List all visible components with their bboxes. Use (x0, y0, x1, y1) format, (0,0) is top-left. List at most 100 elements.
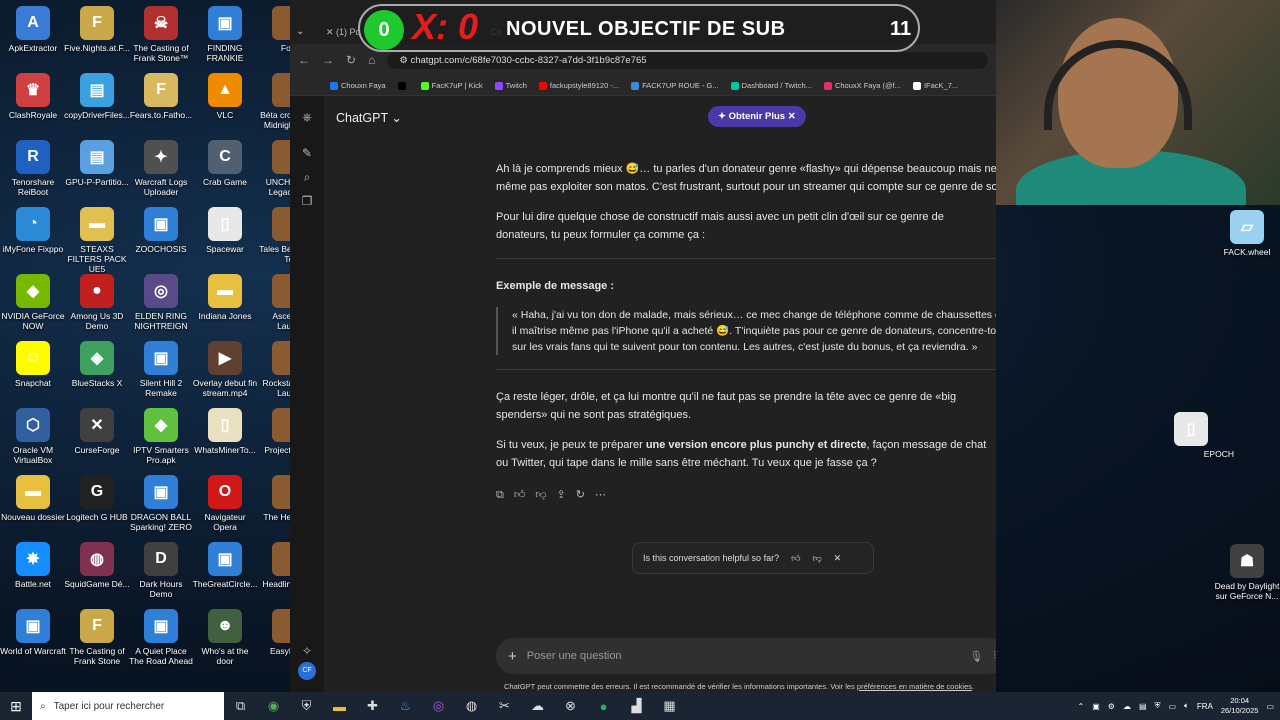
desktop-icon[interactable]: ▬ Nouveau dossier (0, 475, 66, 522)
share-icon[interactable]: ⇪ (557, 486, 566, 504)
desktop-icon[interactable]: ▬ Indiana Jones (192, 274, 258, 321)
desktop-icon[interactable]: ● Among Us 3D Demo (64, 274, 130, 331)
tray-app-icon[interactable]: ☁ (1123, 702, 1131, 711)
desktop-icon[interactable]: ▣ FINDING FRANKIE (192, 6, 258, 63)
desktop-icon[interactable]: C Crab Game (192, 140, 258, 187)
bookmark-item[interactable]: FACK7UP ROUE - G... (631, 81, 719, 90)
clock[interactable]: 20:04 26/10/2025 (1221, 696, 1259, 716)
bookmark-item[interactable]: fackupstyle89120 -... (538, 81, 619, 90)
back-icon[interactable]: ← (298, 53, 310, 67)
windows-start-icon[interactable]: ⊞ (0, 698, 32, 715)
desktop-icon[interactable]: F The Casting of Frank Stone (64, 609, 130, 666)
bookmark-item[interactable]: IFacK_7... (912, 81, 958, 90)
file-explorer-icon[interactable]: ▬ (323, 699, 356, 714)
desktop-icon[interactable]: ▯ WhatsMinerTo... (192, 408, 258, 455)
desktop-icon[interactable]: D Dark Hours Demo (128, 542, 194, 599)
thumbs-up-icon[interactable]: 👍︎ (791, 553, 800, 564)
shield-icon[interactable]: ⛨ (290, 698, 323, 714)
regenerate-icon[interactable]: ↻ (576, 486, 585, 504)
language-indicator[interactable]: FRA (1197, 702, 1213, 711)
url-field[interactable]: ⚙ chatgpt.com/c/68fe7030-ccbc-8327-a7dd-… (387, 51, 988, 69)
xbox-icon[interactable]: ⊗ (554, 698, 587, 714)
desktop-icon[interactable]: ▤ GPU-P-Partitio... (64, 140, 130, 187)
plus-icon[interactable]: + (508, 648, 517, 665)
discord-icon[interactable]: ◎ (422, 698, 455, 714)
forward-icon[interactable]: → (322, 53, 334, 67)
desktop-icon[interactable]: ▤ copyDriverFiles... (64, 73, 130, 120)
thumbs-down-icon[interactable]: 👎︎ (812, 553, 821, 564)
tray-app-icon[interactable]: ▤ (1139, 702, 1147, 711)
volume-icon[interactable]: 🔈︎ (1184, 701, 1189, 711)
avatar[interactable]: CF (298, 662, 316, 680)
bookmark-item[interactable]: FacK7uP | Kick (420, 81, 483, 90)
tray-app-icon[interactable]: ⚙ (1108, 702, 1115, 711)
desktop-icon-dbd-geforce[interactable]: ☗ Dead by Daylight sur GeForce N... (1214, 544, 1280, 601)
desktop-icon[interactable]: ▣ A Quiet Place The Road Ahead (128, 609, 194, 666)
chrome-icon[interactable]: ◉ (257, 698, 290, 714)
tray-app-icon[interactable]: ▣ (1092, 702, 1100, 711)
app-icon[interactable]: ✚ (356, 698, 389, 714)
network-icon[interactable]: ▭ (1169, 702, 1177, 711)
desktop-icon[interactable]: A ApkExtractor (0, 6, 66, 53)
desktop-icon[interactable]: ◆ IPTV Smarters Pro.apk (128, 408, 194, 465)
chevron-up-icon[interactable]: ⌃ (1078, 702, 1085, 711)
reload-icon[interactable]: ↻ (346, 53, 356, 67)
desktop-icon-epoch[interactable]: ▯ EPOCH (1160, 412, 1238, 459)
notion-icon[interactable]: ▟ (620, 698, 653, 714)
home-icon[interactable]: ⌂ (368, 53, 375, 67)
desktop-icon[interactable]: ◔ iMyFone Fixppo (0, 207, 66, 254)
desktop-icon[interactable]: ☻ Who's at the door (192, 609, 258, 666)
steam-icon[interactable]: ♨ (389, 698, 422, 714)
calculator-icon[interactable]: ▦ (653, 698, 686, 714)
tray-app-icon[interactable]: ⛨ (1155, 701, 1161, 711)
message-input[interactable]: Poser une question (527, 650, 960, 662)
app-icon[interactable]: ☁ (521, 698, 554, 714)
desktop-icon[interactable]: ▲ VLC (192, 73, 258, 120)
notification-icon[interactable]: ▭ (1266, 702, 1274, 711)
desktop-icon-fack-wheel[interactable]: ▱ FACK.wheel (1214, 210, 1280, 257)
capcut-icon[interactable]: ✂ (488, 698, 521, 714)
thumbs-down-icon[interactable]: 👎︎ (535, 486, 546, 504)
desktop-icon[interactable]: ◆ NVIDIA GeForce NOW (0, 274, 66, 331)
desktop-icon[interactable]: ▣ TheGreatCircle... (192, 542, 258, 589)
copy-icon[interactable]: ⧉ (496, 486, 504, 504)
search-icon[interactable]: ⌕ (300, 170, 314, 184)
library-icon[interactable]: ❐ (300, 194, 314, 208)
openai-logo-icon[interactable]: ⎈ (300, 110, 314, 124)
desktop-icon[interactable]: ▯ Spacewar (192, 207, 258, 254)
desktop-icon[interactable]: ▣ Silent Hill 2 Remake (128, 341, 194, 398)
desktop-icon[interactable]: R Tenorshare ReiBoot (0, 140, 66, 197)
bookmark-item[interactable]: Twitch (494, 81, 527, 90)
microphone-icon[interactable]: 🎙︎ (969, 650, 983, 663)
desktop-icon[interactable]: ▬ STEAXS FILTERS PACK UE5 (64, 207, 130, 274)
desktop-icon[interactable]: ◎ ELDEN RING NIGHTREIGN (128, 274, 194, 331)
task-view-icon[interactable]: ⧉ (224, 698, 257, 714)
desktop-icon[interactable]: ☺ Snapchat (0, 341, 66, 388)
bookmark-item[interactable] (397, 81, 409, 90)
desktop-icon[interactable]: ✕ CurseForge (64, 408, 130, 455)
obs-icon[interactable]: ◍ (455, 698, 488, 714)
close-icon[interactable]: ✕ (834, 553, 842, 564)
bookmark-item[interactable]: Chouxn Faya (330, 81, 386, 90)
desktop-icon[interactable]: G Logitech G HUB (64, 475, 130, 522)
taskbar-search[interactable]: ⌕ Taper ici pour rechercher (32, 692, 224, 720)
desktop-icon[interactable]: ▣ World of Warcraft (0, 609, 66, 656)
desktop-icon[interactable]: ◍ SquidGame Dé... (64, 542, 130, 589)
desktop-icon[interactable]: ♛ ClashRoyale (0, 73, 66, 120)
more-icon[interactable]: ⋯ (595, 486, 606, 504)
thumbs-up-icon[interactable]: 👍︎ (514, 486, 526, 504)
spotify-icon[interactable]: ● (587, 699, 620, 714)
model-selector[interactable]: ChatGPT ⌄ (336, 110, 402, 125)
upgrade-plus-button[interactable]: ✦ Obtenir Plus ✕ (708, 106, 806, 127)
desktop-icon[interactable]: ▣ ZOOCHOSIS (128, 207, 194, 254)
tab-search-icon[interactable]: ⌄ (296, 26, 312, 40)
new-chat-icon[interactable]: ✎ (300, 146, 314, 160)
desktop-icon[interactable]: ◈ BlueStacks X (64, 341, 130, 388)
desktop-icon[interactable]: O Navigateur Opera (192, 475, 258, 532)
site-info-icon[interactable]: ⚙ (399, 55, 410, 66)
desktop-icon[interactable]: ▣ DRAGON BALL Sparking! ZERO (128, 475, 194, 532)
voice-mode-icon[interactable]: ⫶ (993, 650, 996, 663)
cookie-preferences-link[interactable]: préférences en matière de cookies (857, 682, 972, 691)
bookmark-item[interactable]: ChouxX Faya (@f... (823, 81, 901, 90)
desktop-icon[interactable]: ☠ The Casting of Frank Stone™ (128, 6, 194, 63)
